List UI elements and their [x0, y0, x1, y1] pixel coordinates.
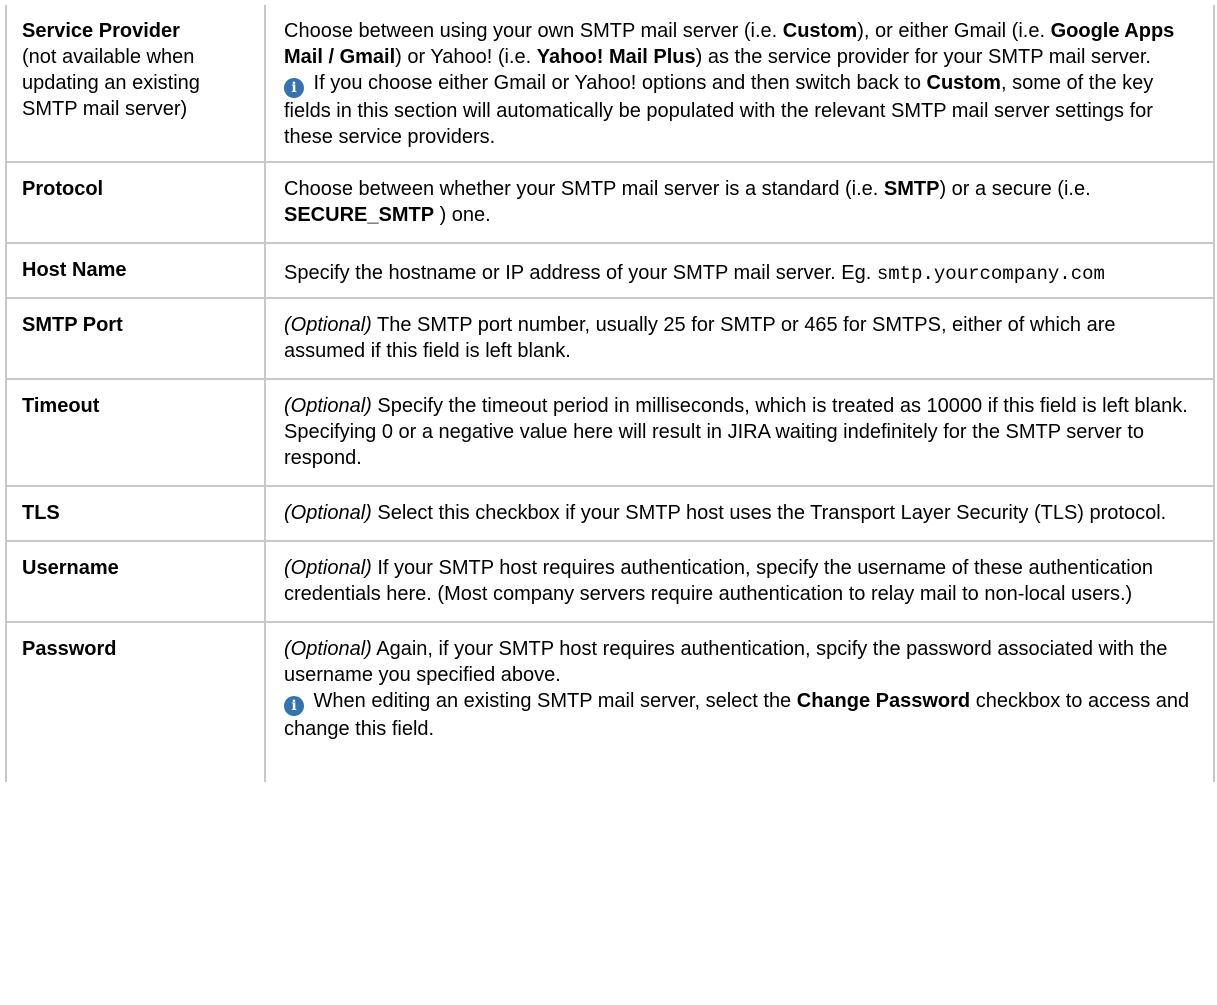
field-description: (Optional) Again, if your SMTP host requ…	[264, 621, 1215, 782]
table-row: Password (Optional) Again, if your SMTP …	[5, 621, 1215, 782]
field-name-cell: Timeout	[5, 378, 266, 487]
optional-label: (Optional)	[284, 314, 372, 336]
field-description: Specify the hostname or IP address of yo…	[264, 242, 1215, 299]
desc-text: ), or either Gmail (i.e.	[857, 20, 1051, 42]
field-name-cell: SMTP Port	[5, 297, 266, 380]
table-row: Username (Optional) If your SMTP host re…	[5, 540, 1215, 623]
field-name: Host Name	[22, 259, 127, 281]
desc-strong: Yahoo! Mail Plus	[536, 46, 696, 68]
desc-strong: Change Password	[796, 690, 971, 712]
info-text: When editing an existing SMTP mail serve…	[308, 690, 797, 712]
desc-strong: SMTP	[883, 178, 940, 200]
desc-text: ) one.	[434, 204, 491, 226]
table-row: Protocol Choose between whether your SMT…	[5, 161, 1215, 244]
table-row: Host Name Specify the hostname or IP add…	[5, 242, 1215, 299]
desc-text: ) as the service provider for your SMTP …	[695, 46, 1151, 68]
field-name-cell: Service Provider (not available when upd…	[5, 5, 266, 163]
desc-text: ) or a secure (i.e.	[939, 178, 1091, 200]
desc-text: If your SMTP host requires authenticatio…	[284, 557, 1153, 605]
field-description: (Optional) Specify the timeout period in…	[264, 378, 1215, 487]
optional-label: (Optional)	[284, 395, 372, 417]
smtp-settings-table: Service Provider (not available when upd…	[5, 5, 1215, 782]
table-row: TLS (Optional) Select this checkbox if y…	[5, 485, 1215, 542]
desc-text: The SMTP port number, usually 25 for SMT…	[284, 314, 1116, 362]
desc-text: Select this checkbox if your SMTP host u…	[371, 502, 1167, 524]
desc-text: Specify the timeout period in millisecon…	[284, 395, 1188, 469]
info-icon: i	[284, 78, 304, 98]
optional-label: (Optional)	[284, 557, 372, 579]
field-name: Service Provider	[22, 20, 180, 42]
desc-text: Specify the hostname or IP address of yo…	[284, 262, 877, 284]
table-row: Service Provider (not available when upd…	[5, 5, 1215, 163]
field-name: TLS	[22, 502, 60, 524]
field-name-note: (not available when updating an existing…	[22, 46, 200, 120]
field-description: (Optional) Select this checkbox if your …	[264, 485, 1215, 542]
desc-text: ) or Yahoo! (i.e.	[395, 46, 537, 68]
field-name: Timeout	[22, 395, 100, 417]
desc-strong: Custom	[926, 72, 1001, 94]
optional-label: (Optional)	[284, 638, 372, 660]
desc-strong: SECURE_SMTP	[284, 204, 435, 226]
field-description: Choose between whether your SMTP mail se…	[264, 161, 1215, 244]
field-name-cell: Username	[5, 540, 266, 623]
field-description: Choose between using your own SMTP mail …	[264, 5, 1215, 163]
info-text: If you choose either Gmail or Yahoo! opt…	[308, 72, 927, 94]
field-name-cell: Host Name	[5, 242, 266, 299]
table-row: SMTP Port (Optional) The SMTP port numbe…	[5, 297, 1215, 380]
desc-text: Again, if your SMTP host requires authen…	[284, 638, 1168, 686]
field-name: SMTP Port	[22, 314, 123, 336]
field-name-cell: Password	[5, 621, 266, 782]
desc-strong: Custom	[782, 20, 858, 42]
field-name-cell: TLS	[5, 485, 266, 542]
desc-text: Choose between whether your SMTP mail se…	[284, 178, 884, 200]
table-row: Timeout (Optional) Specify the timeout p…	[5, 378, 1215, 487]
field-name: Password	[22, 638, 117, 660]
desc-text: Choose between using your own SMTP mail …	[284, 20, 783, 42]
field-description: (Optional) If your SMTP host requires au…	[264, 540, 1215, 623]
info-icon: i	[284, 696, 304, 716]
code-example: smtp.yourcompany.com	[876, 263, 1105, 285]
field-name: Protocol	[22, 178, 104, 200]
optional-label: (Optional)	[284, 502, 372, 524]
field-name: Username	[22, 557, 119, 579]
field-name-cell: Protocol	[5, 161, 266, 244]
field-description: (Optional) The SMTP port number, usually…	[264, 297, 1215, 380]
